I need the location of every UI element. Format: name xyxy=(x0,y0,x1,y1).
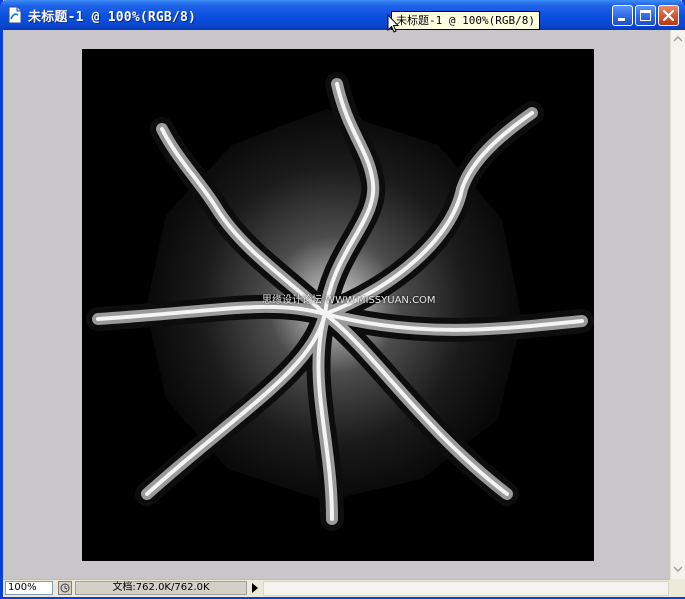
horizontal-scrollbar[interactable] xyxy=(263,581,669,596)
canvas-image[interactable]: 思缘设计论坛 WWW.MISSYUAN.COM xyxy=(82,49,594,561)
close-icon xyxy=(662,9,675,22)
status-info-icon[interactable] xyxy=(58,581,72,595)
maximize-icon xyxy=(640,10,651,21)
title-bar[interactable]: 未标题-1 @ 100%(RGB/8) xyxy=(0,0,685,30)
resize-corner[interactable] xyxy=(670,579,685,596)
document-size-info: 文档:762.0K/762.0K xyxy=(75,581,247,595)
scroll-up-icon[interactable] xyxy=(671,32,685,46)
close-button[interactable] xyxy=(658,5,679,26)
minimize-icon xyxy=(618,18,625,21)
status-menu-arrow-icon[interactable] xyxy=(250,582,260,594)
minimize-button[interactable] xyxy=(612,5,633,26)
zoom-level-field[interactable]: 100% xyxy=(5,581,53,595)
canvas-workspace[interactable]: 思缘设计论坛 WWW.MISSYUAN.COM xyxy=(3,30,670,579)
document-window: 未标题-1 @ 100%(RGB/8) 思缘设计论坛 WWW.MISSYUAN.… xyxy=(0,0,685,599)
watermark-text: 思缘设计论坛 WWW.MISSYUAN.COM xyxy=(262,295,436,306)
window-title: 未标题-1 @ 100%(RGB/8) xyxy=(28,10,197,25)
document-icon xyxy=(8,6,22,24)
status-bar: 100% 文档:762.0K/762.0K xyxy=(3,579,685,597)
title-tooltip: 未标题-1 @ 100%(RGB/8) xyxy=(391,11,540,30)
scroll-down-icon[interactable] xyxy=(671,562,685,576)
maximize-button[interactable] xyxy=(635,5,656,26)
mouse-cursor-icon xyxy=(387,14,399,33)
vertical-scrollbar[interactable] xyxy=(670,30,685,579)
